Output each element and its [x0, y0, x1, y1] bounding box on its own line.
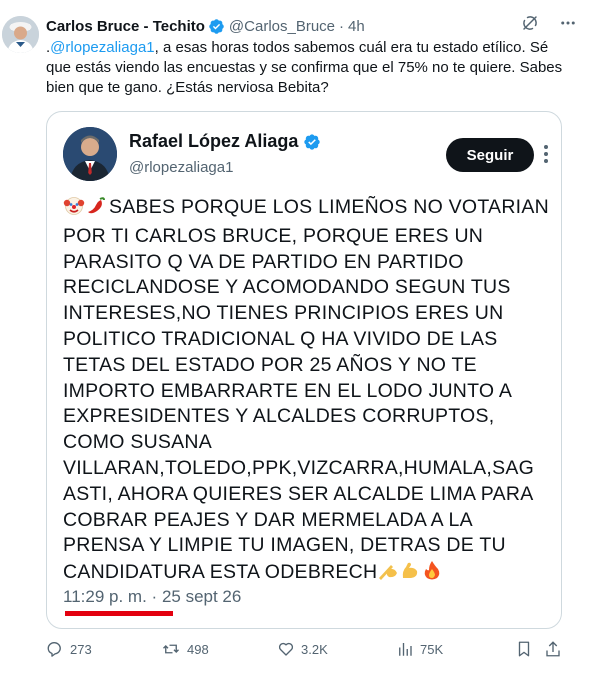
share-icon: [544, 640, 568, 658]
quoted-tweet-timestamp: 11:29 p. m. · 25 sept 26: [63, 587, 241, 607]
reply-button[interactable]: 273: [46, 640, 92, 658]
like-button[interactable]: 3.2K: [277, 640, 328, 658]
tweet-text: .@rlopezaliaga1, a esas horas todos sabe…: [46, 38, 576, 98]
verified-badge-icon: [303, 133, 321, 151]
flexed-biceps-emoji: [399, 559, 421, 589]
tweet-action-bar: 273 498 3.2K 75K: [46, 640, 566, 664]
quoted-tweet-text: SABES PORQUE LOS LIMEÑOS NO VOTARIAN POR…: [63, 194, 551, 589]
reply-icon: [46, 640, 70, 658]
views-button[interactable]: 75K: [396, 640, 443, 658]
quoted-tweet-date[interactable]: 25 sept 26: [162, 587, 241, 606]
tweet: Carlos Bruce - Techito @Carlos_Bruce · 4…: [0, 0, 589, 676]
author-handle[interactable]: @Carlos_Bruce: [229, 18, 335, 35]
author-avatar[interactable]: [2, 16, 39, 53]
repost-icon: [161, 640, 187, 658]
more-icon[interactable]: [559, 14, 577, 32]
separator-dot: ·: [151, 587, 158, 606]
grok-icon[interactable]: [521, 14, 539, 32]
writing-hand-emoji: [377, 559, 399, 589]
tweet-time[interactable]: 4h: [348, 18, 365, 35]
tweet-header: Carlos Bruce - Techito @Carlos_Bruce · 4…: [46, 16, 365, 36]
red-underline-mark: [65, 611, 173, 616]
reply-count: 273: [70, 641, 92, 657]
fire-emoji: [421, 559, 443, 589]
mention-link[interactable]: @rlopezaliaga1: [50, 39, 154, 56]
views-count: 75K: [420, 641, 444, 657]
quoted-tweet-time[interactable]: 11:29 p. m.: [63, 587, 147, 606]
verified-badge-icon: [208, 18, 225, 35]
bookmark-button[interactable]: [515, 640, 539, 658]
bookmark-icon: [515, 640, 539, 658]
quoted-author-avatar[interactable]: [63, 127, 117, 181]
quoted-author-name[interactable]: Rafael López Aliaga: [129, 131, 298, 152]
repost-button[interactable]: 498: [161, 640, 209, 658]
heart-icon: [277, 640, 301, 658]
follow-button[interactable]: Seguir: [446, 138, 534, 172]
more-icon[interactable]: [543, 144, 549, 169]
quoted-tweet-card[interactable]: Rafael López Aliaga @rlopezaliaga1 Segui…: [46, 111, 562, 629]
clown-emoji: [63, 194, 85, 224]
like-count: 3.2K: [301, 641, 328, 657]
views-icon: [396, 640, 420, 658]
separator-dot: ·: [339, 17, 345, 35]
author-name[interactable]: Carlos Bruce - Techito: [46, 18, 205, 35]
quoted-text-body: SABES PORQUE LOS LIMEÑOS NO VOTARIAN POR…: [63, 196, 549, 584]
share-button[interactable]: [544, 640, 568, 658]
repost-count: 498: [187, 641, 209, 657]
chili-pepper-emoji: [85, 194, 107, 224]
tweet-top-actions: [521, 14, 577, 32]
quoted-author-row: Rafael López Aliaga: [129, 131, 325, 152]
quoted-author-handle[interactable]: @rlopezaliaga1: [129, 159, 233, 176]
